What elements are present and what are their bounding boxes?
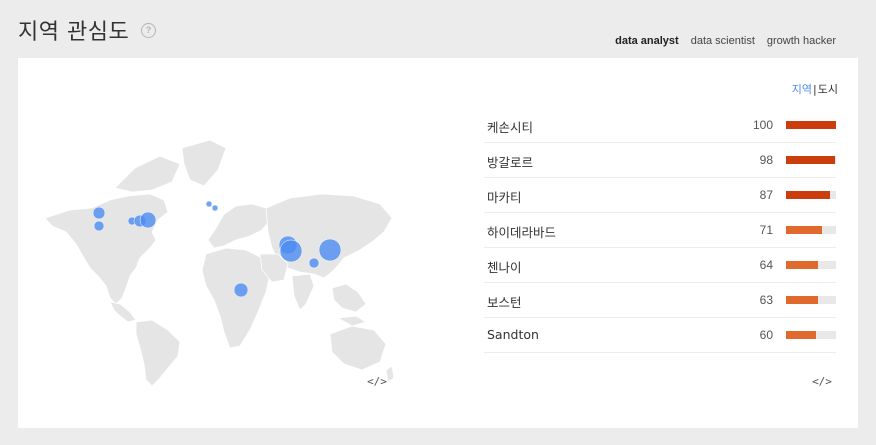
row-value: 98 — [759, 153, 773, 167]
world-map[interactable] — [40, 108, 400, 388]
interest-card: </> 지역|도시 케손시티 100 방갈로르 98 마카티 87 하이데라바드… — [18, 58, 858, 428]
row-bar — [786, 331, 836, 339]
row-bar — [786, 191, 836, 199]
ranking-row[interactable]: 케손시티 100 — [484, 108, 836, 143]
toggle-separator: | — [813, 83, 817, 96]
help-icon[interactable]: ? — [141, 23, 156, 38]
ranking-row[interactable]: 방갈로르 98 — [484, 143, 836, 178]
row-name: 하이데라바드 — [487, 225, 557, 240]
ranking-row[interactable]: Sandton 60 — [484, 318, 836, 353]
map-bubble[interactable] — [308, 257, 320, 269]
row-bar-fill — [786, 261, 818, 269]
row-name: 보스턴 — [487, 295, 522, 310]
list-embed-code-icon[interactable]: </> — [811, 375, 833, 389]
row-name: Sandton — [487, 327, 539, 342]
tab-data-analyst[interactable]: data analyst — [609, 32, 685, 61]
ranking-row[interactable]: 보스턴 63 — [484, 283, 836, 318]
row-name: 방갈로르 — [487, 155, 534, 170]
row-bar — [786, 296, 836, 304]
row-name: 첸나이 — [487, 260, 522, 275]
map-bubble[interactable] — [139, 211, 157, 229]
row-bar — [786, 121, 836, 129]
page-title: 지역 관심도 — [18, 20, 130, 45]
row-value: 71 — [759, 223, 773, 237]
row-value: 87 — [759, 188, 773, 202]
map-embed-code-icon[interactable]: </> — [366, 375, 388, 389]
row-bar-fill — [786, 331, 816, 339]
map-bubble[interactable] — [211, 204, 219, 212]
region-city-toggle: 지역|도시 — [792, 81, 838, 97]
toggle-region[interactable]: 지역 — [792, 83, 812, 96]
row-name: 케손시티 — [487, 120, 534, 135]
row-bar — [786, 156, 836, 164]
ranking-row[interactable]: 첸나이 64 — [484, 248, 836, 283]
map-bubble[interactable] — [318, 238, 342, 262]
toggle-city[interactable]: 도시 — [818, 83, 838, 96]
row-bar — [786, 226, 836, 234]
ranking-row[interactable]: 하이데라바드 71 — [484, 213, 836, 248]
row-bar-fill — [786, 191, 830, 199]
map-bubble[interactable] — [93, 220, 105, 232]
map-bubble[interactable] — [233, 282, 249, 298]
row-name: 마카티 — [487, 190, 522, 205]
map-land — [44, 139, 395, 387]
map-bubble[interactable] — [92, 206, 106, 220]
row-value: 63 — [759, 293, 773, 307]
row-bar-fill — [786, 121, 836, 129]
row-value: 64 — [759, 258, 773, 272]
row-bar-fill — [786, 156, 835, 164]
map-bubble[interactable] — [279, 239, 303, 263]
row-value: 60 — [759, 328, 773, 342]
map-bubble[interactable] — [205, 200, 213, 208]
tab-growth-hacker[interactable]: growth hacker — [761, 32, 842, 58]
ranking-list: 케손시티 100 방갈로르 98 마카티 87 하이데라바드 71 첸나이 64… — [484, 108, 836, 353]
row-bar-fill — [786, 296, 818, 304]
row-value: 100 — [752, 118, 773, 132]
tab-data-scientist[interactable]: data scientist — [685, 32, 761, 58]
row-bar-fill — [786, 226, 822, 234]
row-bar — [786, 261, 836, 269]
tab-bar: data analyst data scientist growth hacke… — [609, 32, 842, 61]
ranking-row[interactable]: 마카티 87 — [484, 178, 836, 213]
